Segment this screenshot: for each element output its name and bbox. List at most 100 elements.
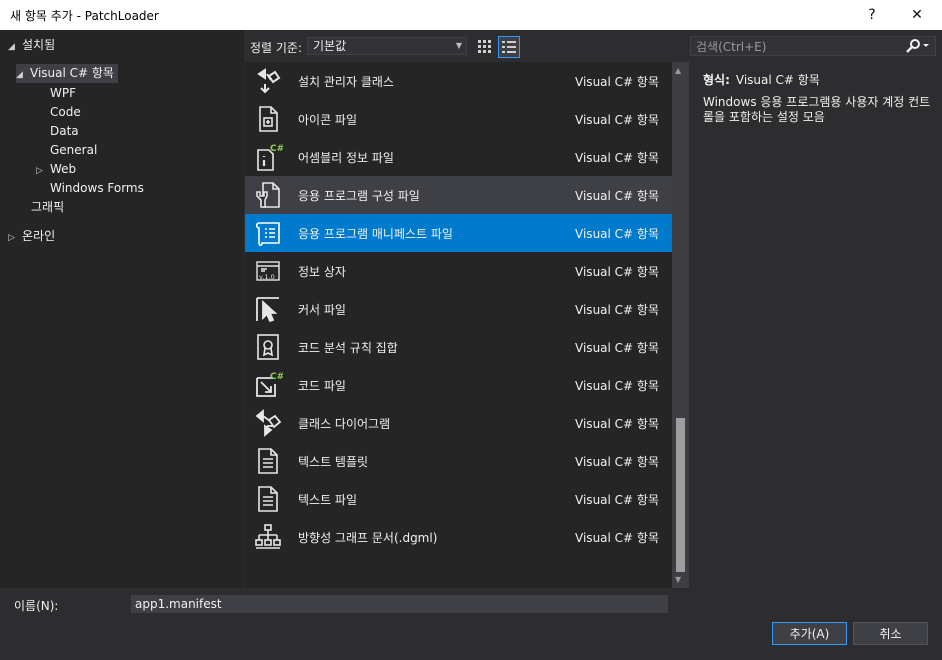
- template-list: 설치 관리자 클래스 Visual C# 항목 아이콘 파일 Visual C#…: [245, 62, 672, 588]
- list-item[interactable]: 코드 분석 규칙 집합 Visual C# 항목: [245, 328, 672, 366]
- collapsed-arrow-icon[interactable]: ▷: [36, 162, 50, 181]
- list-item[interactable]: C# 코드 파일 Visual C# 항목: [245, 366, 672, 404]
- item-type: Visual C# 항목: [575, 303, 659, 317]
- list-item[interactable]: 텍스트 템플릿 Visual C# 항목: [245, 442, 672, 480]
- list-item[interactable]: 설치 관리자 클래스 Visual C# 항목: [245, 62, 672, 100]
- item-name: 방향성 그래프 문서(.dgml): [298, 531, 438, 545]
- list-item[interactable]: 방향성 그래프 문서(.dgml) Visual C# 항목: [245, 518, 672, 556]
- expanded-arrow-icon[interactable]: ◢: [8, 38, 22, 57]
- tree-item-general[interactable]: General: [50, 141, 97, 160]
- sort-value: 기본값: [313, 39, 347, 53]
- tree-item-graphics[interactable]: 그래픽: [31, 198, 64, 217]
- list-item-selected[interactable]: 응용 프로그램 매니페스트 파일 Visual C# 항목: [245, 214, 672, 252]
- grid-icon: [478, 40, 491, 53]
- details-type-value: Visual C# 항목: [735, 73, 820, 87]
- details-type-label: 형식:: [703, 73, 730, 87]
- tree-item-installed[interactable]: ◢ 설치됨: [8, 36, 55, 55]
- tree-item-code[interactable]: Code: [50, 103, 81, 122]
- svg-text:C#: C#: [270, 372, 283, 382]
- item-type: Visual C# 항목: [575, 417, 659, 431]
- item-type: Visual C# 항목: [575, 341, 659, 355]
- dgml-icon: [255, 524, 281, 549]
- item-name: 코드 분석 규칙 집합: [298, 341, 398, 355]
- list-icon: [502, 41, 516, 53]
- class-diagram-icon: [255, 409, 282, 437]
- details-type: 형식: Visual C# 항목: [703, 71, 820, 88]
- item-name: 텍스트 파일: [298, 493, 358, 507]
- scroll-up-icon[interactable]: ▲: [675, 66, 681, 75]
- cursor-file-icon: [256, 297, 279, 323]
- title-bar: 새 항목 추가 - PatchLoader ? ✕: [0, 0, 942, 30]
- item-name: 정보 상자: [298, 265, 346, 279]
- text-template-icon: [258, 448, 278, 474]
- name-input[interactable]: [131, 595, 668, 613]
- small-icons-view-button[interactable]: [474, 36, 496, 58]
- item-type: Visual C# 항목: [575, 189, 659, 203]
- item-type: Visual C# 항목: [575, 531, 659, 545]
- search-input[interactable]: [691, 37, 908, 57]
- item-name: 아이콘 파일: [298, 113, 358, 127]
- about-box-icon: v.1.0: [256, 261, 280, 281]
- item-type: Visual C# 항목: [575, 151, 659, 165]
- scroll-down-icon[interactable]: ▼: [675, 575, 681, 584]
- item-name: 클래스 다이어그램: [298, 417, 391, 431]
- sort-select[interactable]: 기본값 ▼: [307, 37, 467, 55]
- list-item[interactable]: 클래스 다이어그램 Visual C# 항목: [245, 404, 672, 442]
- item-name: 응용 프로그램 구성 파일: [298, 189, 420, 203]
- list-item[interactable]: 응용 프로그램 구성 파일 Visual C# 항목: [245, 176, 672, 214]
- app-config-icon: [256, 182, 280, 208]
- add-button[interactable]: 추가(A): [772, 622, 847, 645]
- item-type: Visual C# 항목: [575, 265, 659, 279]
- tree-item-web[interactable]: ▷ Web: [36, 160, 76, 179]
- details-panel: 형식: Visual C# 항목 Windows 응용 프로그램용 사용자 계정 …: [690, 62, 942, 588]
- list-item[interactable]: C# 어셈블리 정보 파일 Visual C# 항목: [245, 138, 672, 176]
- item-type: Visual C# 항목: [575, 379, 659, 393]
- list-item[interactable]: 텍스트 파일 Visual C# 항목: [245, 480, 672, 518]
- window-title: 새 항목 추가 - PatchLoader: [10, 9, 159, 23]
- dropdown-arrow-icon: ▼: [455, 41, 462, 50]
- collapsed-arrow-icon[interactable]: ▷: [8, 229, 22, 248]
- ruleset-icon: [257, 334, 279, 360]
- tree-item-label: 온라인: [22, 229, 56, 243]
- cancel-button[interactable]: 취소: [853, 622, 928, 645]
- tree-item-online[interactable]: ▷ 온라인: [8, 227, 55, 246]
- app-manifest-icon: [255, 222, 280, 247]
- item-type: Visual C# 항목: [575, 227, 659, 241]
- icon-file-icon: [259, 106, 278, 132]
- item-name: 텍스트 템플릿: [298, 455, 369, 469]
- list-view-button[interactable]: [498, 36, 520, 58]
- tree-item-data[interactable]: Data: [50, 122, 79, 141]
- name-label: 이름(N):: [14, 599, 59, 613]
- installer-class-icon: [257, 68, 281, 94]
- tree-item-label: Visual C# 항목: [30, 66, 114, 80]
- code-file-icon: C#: [256, 372, 283, 397]
- svg-text:C#: C#: [270, 144, 283, 154]
- item-type: Visual C# 항목: [575, 455, 659, 469]
- search-icon[interactable]: [905, 38, 931, 54]
- expanded-arrow-icon[interactable]: ◢: [16, 66, 30, 85]
- list-item[interactable]: 아이콘 파일 Visual C# 항목: [245, 100, 672, 138]
- tree-item-visual-csharp[interactable]: ◢ Visual C# 항목: [16, 64, 118, 83]
- help-button[interactable]: ?: [850, 0, 894, 30]
- tree-item-label: 설치됨: [22, 38, 56, 52]
- search-box[interactable]: [690, 36, 936, 57]
- item-name: 응용 프로그램 매니페스트 파일: [298, 227, 453, 241]
- sort-label: 정렬 기준:: [250, 41, 303, 55]
- list-item[interactable]: 커서 파일 Visual C# 항목: [245, 290, 672, 328]
- close-button[interactable]: ✕: [895, 0, 939, 30]
- list-item[interactable]: v.1.0 정보 상자 Visual C# 항목: [245, 252, 672, 290]
- item-type: Visual C# 항목: [575, 75, 659, 89]
- item-name: 설치 관리자 클래스: [298, 75, 394, 89]
- scrollbar-thumb[interactable]: [676, 418, 685, 572]
- assembly-info-icon: C#: [257, 144, 283, 171]
- category-tree: ◢ 설치됨 ◢ Visual C# 항목 WPF Code Data General…: [0, 30, 244, 588]
- svg-text:v.1.0: v.1.0: [259, 273, 275, 281]
- list-scrollbar[interactable]: ▲ ▼: [672, 62, 689, 588]
- tree-item-windows-forms[interactable]: Windows Forms: [50, 179, 144, 198]
- details-description: Windows 응용 프로그램용 사용자 계정 컨트롤을 포함하는 설정 모음: [703, 95, 931, 124]
- add-new-item-dialog: ◢ 설치됨 ◢ Visual C# 항목 WPF Code Data General…: [0, 30, 942, 660]
- item-name: 코드 파일: [298, 379, 346, 393]
- tree-item-wpf[interactable]: WPF: [50, 84, 76, 103]
- text-file-icon: [258, 486, 278, 512]
- item-type: Visual C# 항목: [575, 113, 659, 127]
